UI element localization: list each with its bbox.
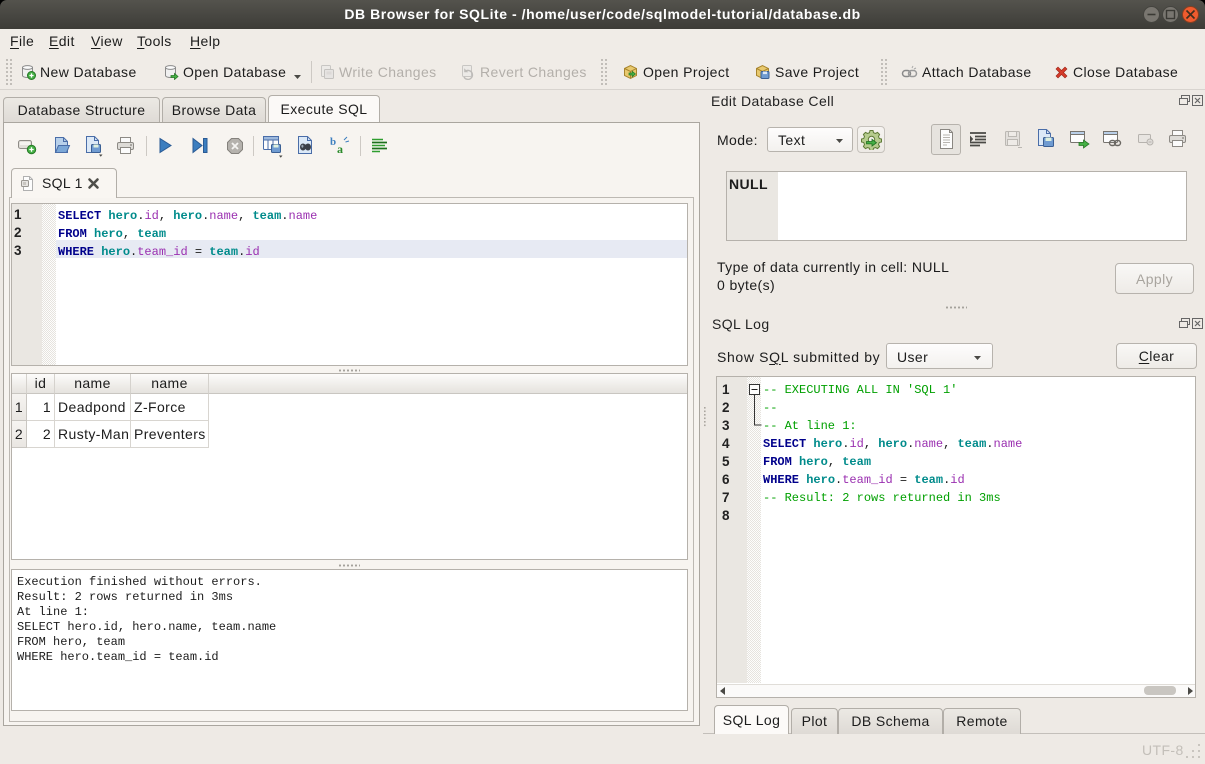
svg-text:a: a — [337, 142, 343, 155]
svg-text:b: b — [330, 136, 337, 148]
